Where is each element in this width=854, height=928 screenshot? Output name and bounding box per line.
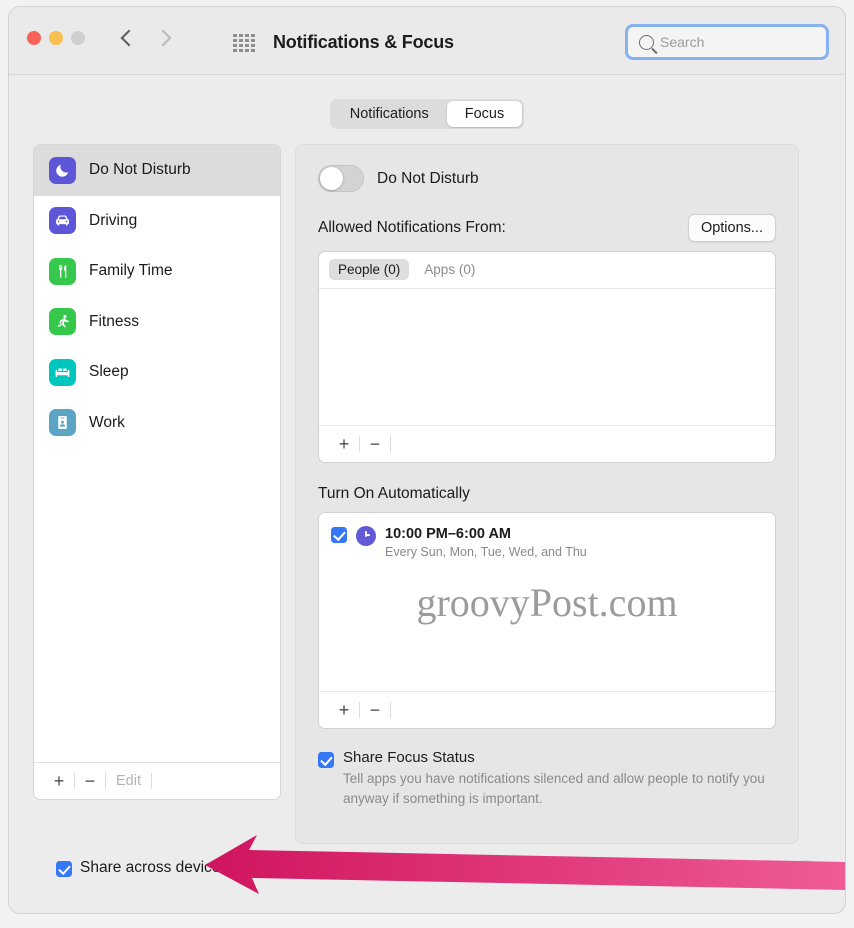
moon-icon [49, 156, 76, 184]
clock-icon [356, 526, 376, 546]
share-focus-status-block: Share Focus Status Tell apps you have no… [318, 749, 776, 808]
allowed-tabs: People (0) Apps (0) [319, 252, 775, 289]
sidebar-item-family-time[interactable]: Family Time [34, 246, 280, 297]
search-field[interactable] [625, 24, 829, 60]
tab-bar: Notifications Focus [9, 75, 845, 129]
forward-chevron-icon[interactable] [157, 27, 171, 51]
share-across-devices-label: Share across devices [80, 859, 229, 876]
turn-on-automatically-title: Turn On Automatically [318, 485, 470, 502]
schedule-days: Every Sun, Mon, Tue, Wed, and Thu [385, 545, 587, 559]
share-focus-status-label: Share Focus Status [343, 749, 475, 766]
schedule-time: 10:00 PM–6:00 AM [385, 526, 511, 542]
tab-focus[interactable]: Focus [446, 101, 523, 127]
segmented-control: Notifications Focus [329, 99, 525, 129]
toolbar-separator [390, 436, 391, 452]
focus-detail-panel: Do Not Disturb Allowed Notifications Fro… [295, 144, 799, 844]
system-preferences-window: Notifications & Focus Notifications Focu… [8, 6, 846, 914]
allowed-list[interactable] [319, 289, 775, 425]
tab-apps[interactable]: Apps (0) [415, 259, 484, 280]
do-not-disturb-toggle[interactable] [318, 165, 364, 192]
toggle-knob [320, 167, 343, 190]
schedule-text: 10:00 PM–6:00 AM Every Sun, Mon, Tue, We… [385, 525, 587, 559]
navigation-buttons [121, 27, 171, 51]
sidebar-item-label: Driving [89, 211, 138, 229]
sidebar-item-label: Fitness [89, 312, 139, 330]
tab-notifications[interactable]: Notifications [332, 101, 447, 127]
toolbar-separator [390, 702, 391, 718]
running-person-icon [49, 308, 76, 336]
add-allowed-button[interactable]: + [329, 435, 359, 453]
main-content: Do Not Disturb Driving Family Time Fitne… [9, 129, 845, 844]
schedule-toolbar: + − [319, 691, 775, 728]
sidebar-item-sleep[interactable]: Sleep [34, 347, 280, 398]
allowed-list-toolbar: + − [319, 425, 775, 462]
focus-enable-row: Do Not Disturb [318, 165, 776, 192]
window-titlebar: Notifications & Focus [9, 7, 845, 75]
sidebar-item-label: Do Not Disturb [89, 161, 191, 179]
schedule-box: 10:00 PM–6:00 AM Every Sun, Mon, Tue, We… [318, 512, 776, 729]
add-schedule-button[interactable]: + [329, 701, 359, 719]
remove-focus-button[interactable]: − [75, 772, 105, 790]
zoom-button[interactable] [71, 31, 85, 45]
schedule-row[interactable]: 10:00 PM–6:00 AM Every Sun, Mon, Tue, We… [319, 513, 775, 559]
remove-allowed-button[interactable]: − [360, 435, 390, 453]
window-footer: Share across devices ? [9, 837, 845, 913]
schedule-list: 10:00 PM–6:00 AM Every Sun, Mon, Tue, We… [319, 513, 775, 691]
add-focus-button[interactable]: + [44, 772, 74, 790]
allowed-notifications-box: People (0) Apps (0) + − [318, 251, 776, 463]
turn-on-automatically-header: Turn On Automatically [318, 485, 776, 503]
show-all-grid-icon[interactable] [233, 34, 255, 52]
allowed-notifications-header: Allowed Notifications From: Options... [318, 214, 776, 242]
page-title: Notifications & Focus [273, 32, 454, 52]
close-button[interactable] [27, 31, 41, 45]
allowed-notifications-title: Allowed Notifications From: [318, 219, 506, 236]
search-input[interactable] [660, 34, 818, 50]
sidebar-toolbar: + − Edit [34, 762, 280, 799]
sidebar-item-work[interactable]: Work [34, 398, 280, 449]
share-across-devices-row[interactable]: Share across devices [56, 859, 228, 877]
share-focus-status-text: Share Focus Status Tell apps you have no… [343, 749, 776, 808]
fork-knife-icon [49, 257, 76, 285]
share-focus-status-description: Tell apps you have notifications silence… [343, 771, 765, 806]
focus-modes-list: Do Not Disturb Driving Family Time Fitne… [34, 145, 280, 762]
share-across-devices-checkbox[interactable] [56, 861, 72, 877]
sidebar-item-fitness[interactable]: Fitness [34, 297, 280, 348]
sidebar-item-driving[interactable]: Driving [34, 196, 280, 247]
edit-focus-button[interactable]: Edit [106, 774, 151, 789]
focus-modes-sidebar: Do Not Disturb Driving Family Time Fitne… [33, 144, 281, 800]
watermark: groovyPost.com [416, 580, 678, 625]
toolbar-separator [151, 773, 152, 789]
sidebar-item-do-not-disturb[interactable]: Do Not Disturb [34, 145, 280, 196]
help-button[interactable]: ? [794, 860, 817, 883]
options-button[interactable]: Options... [687, 214, 776, 242]
share-focus-status-checkbox[interactable] [318, 752, 334, 768]
schedule-checkbox[interactable] [331, 527, 347, 543]
sidebar-item-label: Work [89, 413, 125, 431]
tab-people[interactable]: People (0) [329, 259, 410, 280]
traffic-lights [27, 31, 85, 45]
sidebar-item-label: Sleep [89, 363, 129, 381]
search-icon [639, 34, 654, 50]
bed-icon [49, 358, 76, 386]
back-chevron-icon[interactable] [121, 27, 135, 51]
minimize-button[interactable] [49, 31, 63, 45]
remove-schedule-button[interactable]: − [360, 701, 390, 719]
car-icon [49, 207, 76, 235]
sidebar-item-label: Family Time [89, 262, 173, 280]
id-badge-icon [49, 409, 76, 437]
do-not-disturb-label: Do Not Disturb [377, 169, 479, 187]
